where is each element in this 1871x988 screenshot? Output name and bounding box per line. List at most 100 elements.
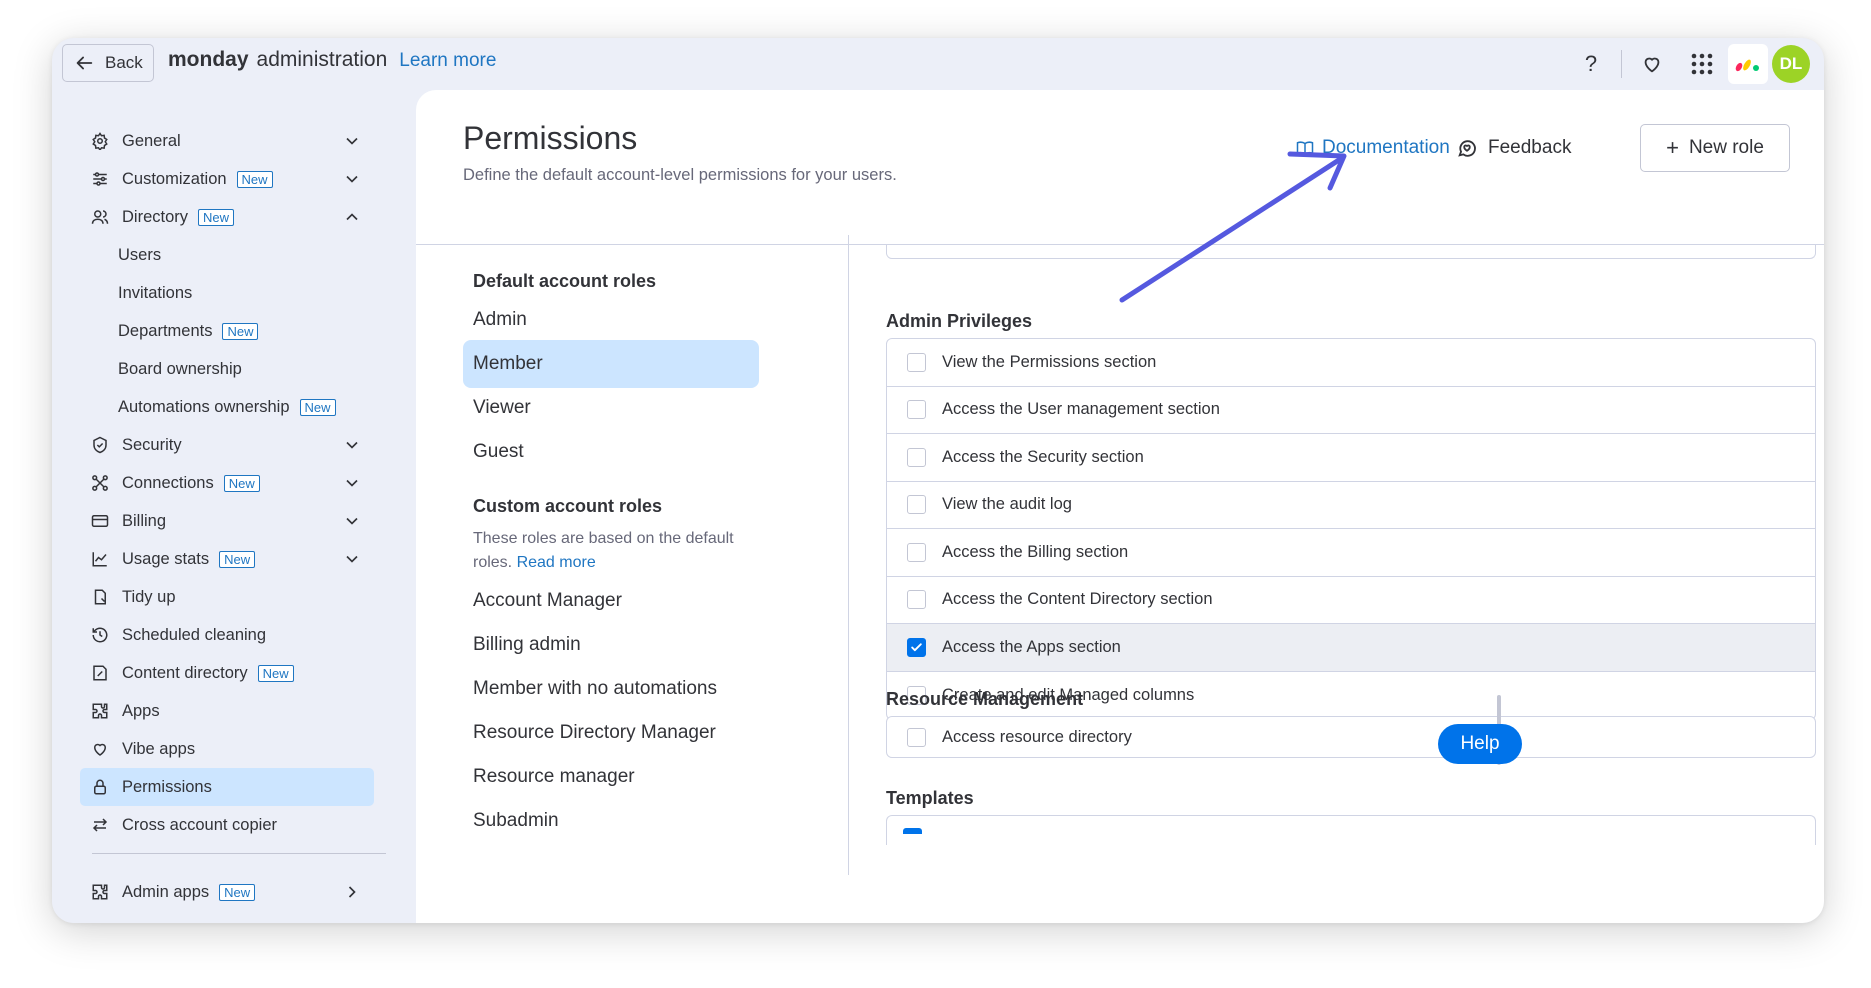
permission-row[interactable]: Access the Billing section (887, 529, 1815, 577)
role-item-resource-directory-manager[interactable]: Resource Directory Manager (463, 709, 759, 757)
sidebar-item-users[interactable]: Users (80, 236, 374, 274)
checkbox[interactable] (907, 447, 926, 467)
role-item-guest[interactable]: Guest (463, 428, 759, 476)
avatar[interactable]: DL (1772, 45, 1810, 83)
help-button[interactable]: Help (1438, 724, 1522, 764)
chart-icon (90, 549, 110, 569)
book-icon (1296, 141, 1314, 155)
monday-logo-icon[interactable] (1728, 44, 1768, 84)
sidebar-item-label: Security (122, 435, 182, 454)
custom-roles-heading: Custom account roles (473, 496, 663, 516)
sliders-icon (90, 169, 110, 189)
help-question-icon[interactable]: ? (1571, 44, 1611, 84)
chevron-right-icon[interactable] (342, 882, 362, 902)
permission-label: Access the Billing section (942, 542, 1129, 561)
sidebar-item-vibe-apps[interactable]: Vibe apps (80, 730, 374, 768)
checkbox-checked[interactable] (903, 828, 922, 834)
sidebar-item-label: Apps (122, 701, 160, 720)
permission-row[interactable]: Access the Apps section (887, 624, 1815, 672)
permission-label: Access the Content Directory section (942, 590, 1213, 609)
chevron-up-icon[interactable] (342, 207, 362, 227)
chevron-down-icon[interactable] (342, 169, 362, 189)
sidebar-item-connections[interactable]: Connections New (80, 464, 374, 502)
permission-row[interactable]: Access the User management section (887, 387, 1815, 434)
permission-row[interactable]: Access the Security section (887, 434, 1815, 482)
role-item-account-manager[interactable]: Account Manager (463, 577, 759, 625)
gear-icon (90, 131, 110, 151)
app-window: Back monday administration Learn more ? … (52, 38, 1824, 923)
checkbox[interactable] (907, 352, 926, 372)
top-bar: Back monday administration Learn more ? … (52, 38, 1824, 90)
resource-management-heading: Resource Management (886, 689, 1084, 709)
sidebar-item-board-ownership[interactable]: Board ownership (80, 350, 374, 388)
sidebar-item-apps[interactable]: Apps (80, 692, 374, 730)
back-button[interactable]: Back (62, 44, 154, 82)
documentation-link[interactable]: Documentation (1296, 137, 1450, 159)
checkbox[interactable] (907, 400, 926, 420)
plus-icon: + (1666, 135, 1679, 160)
documentation-label: Documentation (1322, 137, 1450, 158)
permission-row[interactable]: View the audit log (887, 482, 1815, 529)
checkbox[interactable] (907, 495, 926, 515)
sidebar-item-directory[interactable]: Directory New (80, 198, 374, 236)
resource-management-list: Access resource directory (886, 716, 1816, 758)
permission-label: Access the Apps section (942, 637, 1121, 656)
sidebar-item-departments[interactable]: Departments New (80, 312, 374, 350)
learn-more-link[interactable]: Learn more (399, 50, 496, 72)
top-actions: ? DL (1571, 44, 1810, 84)
role-item-resource-manager[interactable]: Resource manager (463, 753, 759, 801)
sidebar-item-billing[interactable]: Billing (80, 502, 374, 540)
chevron-down-icon[interactable] (342, 511, 362, 531)
main-panel: Permissions Define the default account-l… (416, 90, 1824, 923)
permission-row[interactable]: Access resource directory (887, 717, 1815, 757)
sidebar-item-label: Permissions (122, 777, 212, 796)
checkbox[interactable] (907, 542, 926, 562)
feedback-button[interactable]: Feedback (1456, 137, 1571, 159)
sidebar-item-label: Content directory (122, 663, 248, 682)
app-grid-icon[interactable] (1682, 44, 1722, 84)
sidebar-item-permissions[interactable]: Permissions (80, 768, 374, 806)
sidebar-item-scheduled-cleaning[interactable]: Scheduled cleaning (80, 616, 374, 654)
permission-row[interactable]: Access the Content Directory section (887, 577, 1815, 624)
app-title: monday administration Learn more (168, 48, 496, 72)
chevron-down-icon[interactable] (342, 435, 362, 455)
checkbox[interactable] (907, 727, 926, 747)
new-role-button[interactable]: + New role (1640, 124, 1790, 172)
permission-label: View the Permissions section (942, 352, 1157, 371)
new-badge: New (223, 474, 260, 492)
permission-label: Access the User management section (942, 400, 1220, 419)
role-item-admin[interactable]: Admin (463, 296, 759, 344)
permission-row[interactable]: View the Permissions section (887, 339, 1815, 387)
chevron-down-icon[interactable] (342, 473, 362, 493)
read-more-link[interactable]: Read more (517, 554, 596, 571)
custom-roles-description: These roles are based on the default rol… (473, 527, 753, 575)
role-item-viewer[interactable]: Viewer (463, 384, 759, 432)
column-divider (848, 235, 849, 875)
sidebar-item-admin-apps[interactable]: Admin apps New (80, 873, 374, 911)
sidebar-item-label: Board ownership (118, 359, 242, 378)
role-item-member-no-automations[interactable]: Member with no automations (463, 665, 759, 713)
chevron-down-icon[interactable] (342, 131, 362, 151)
default-roles-heading: Default account roles (473, 271, 657, 291)
role-item-billing-admin[interactable]: Billing admin (463, 621, 759, 669)
sidebar-item-label: General (122, 131, 181, 150)
sidebar-item-tidy-up[interactable]: Tidy up (80, 578, 374, 616)
permission-label: Access the Security section (942, 447, 1144, 466)
sidebar-item-customization[interactable]: Customization New (80, 160, 374, 198)
role-item-subadmin[interactable]: Subadmin (463, 797, 759, 845)
back-label: Back (105, 53, 143, 72)
sidebar-item-automations-ownership[interactable]: Automations ownership New (80, 388, 374, 426)
sidebar-item-security[interactable]: Security (80, 426, 374, 464)
sidebar-item-cross-account-copier[interactable]: Cross account copier (80, 806, 374, 844)
checkbox-checked[interactable] (907, 637, 926, 657)
new-badge: New (236, 170, 273, 188)
feedback-label: Feedback (1488, 137, 1572, 158)
checkbox[interactable] (907, 590, 926, 610)
heart-icon[interactable] (1632, 44, 1672, 84)
role-item-member[interactable]: Member (463, 340, 759, 388)
chevron-down-icon[interactable] (342, 549, 362, 569)
sidebar-item-usage-stats[interactable]: Usage stats New (80, 540, 374, 578)
sidebar-item-invitations[interactable]: Invitations (80, 274, 374, 312)
sidebar-item-content-directory[interactable]: Content directory New (80, 654, 374, 692)
sidebar-item-general[interactable]: General (80, 122, 374, 160)
